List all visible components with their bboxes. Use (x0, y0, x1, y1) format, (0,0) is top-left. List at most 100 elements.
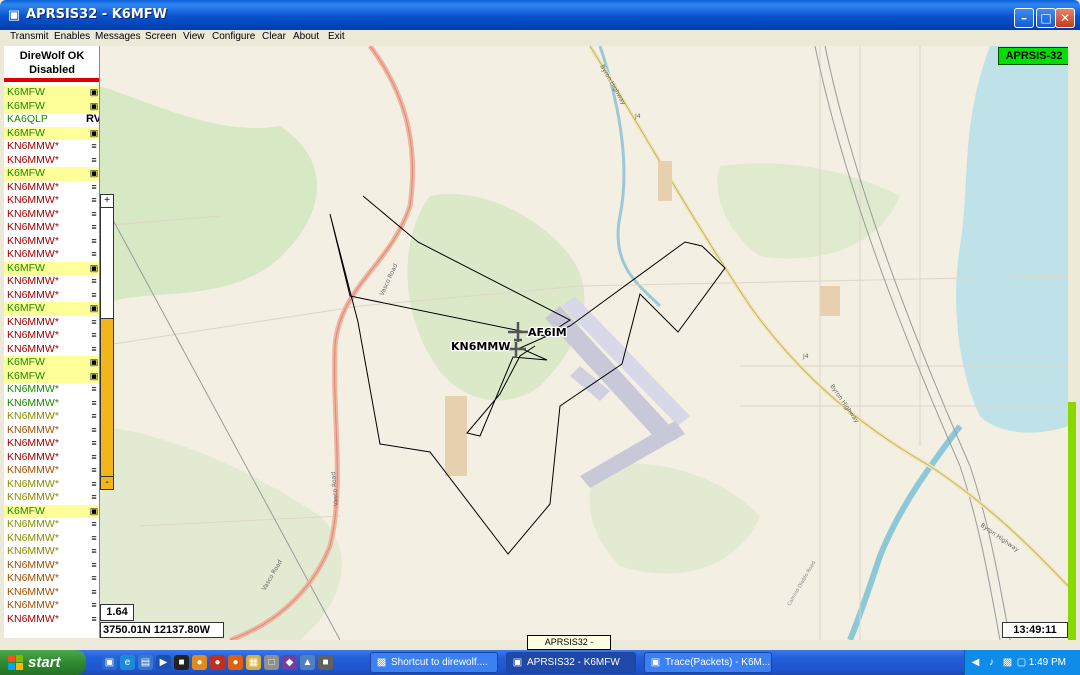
station-row[interactable]: KN6MMW* ≡ (4, 342, 99, 356)
zoom-slider[interactable]: + - (100, 194, 114, 490)
station-row[interactable]: KN6MMW* ≡ (4, 450, 99, 464)
station-row[interactable]: KN6MMW* ≡ (4, 599, 99, 613)
station-row[interactable]: K6MFW ▣ (4, 167, 99, 181)
station-row[interactable]: KN6MMW* ≡ (4, 248, 99, 262)
station-row[interactable]: KN6MMW* ≡ (4, 585, 99, 599)
station-row[interactable]: KN6MMW* ≡ (4, 545, 99, 559)
station-callsign: KN6MMW* (7, 315, 59, 328)
station-row[interactable]: K6MFW ▣ (4, 261, 99, 275)
station-row[interactable]: KN6MMW* ≡ (4, 410, 99, 424)
station-row[interactable]: KN6MMW* ≡ (4, 153, 99, 167)
station-callsign: KN6MMW* (7, 221, 59, 233)
quicklaunch-icon[interactable]: ▣ (102, 655, 117, 670)
signal-icon[interactable]: ▩ (1001, 656, 1014, 669)
quicklaunch-icon[interactable]: ▦ (246, 655, 261, 670)
station-row[interactable]: K6MFW ▣ (4, 356, 99, 370)
network-icon[interactable]: ▢ (1015, 656, 1028, 669)
close-button[interactable]: ✕ (1055, 8, 1075, 28)
station-label-af6im[interactable]: AF6IM (527, 325, 568, 341)
vertical-scrollbar[interactable] (1068, 46, 1076, 640)
zoom-out-button[interactable]: - (101, 476, 113, 489)
tower-icon: ≡ (91, 613, 97, 624)
station-row[interactable]: KA6QLP RV (4, 113, 99, 127)
task-aprsis32[interactable]: ▣ APRSIS32 - K6MFW (506, 652, 636, 673)
station-row[interactable]: K6MFW ▣ (4, 99, 99, 113)
station-row[interactable]: KN6MMW* ≡ (4, 531, 99, 545)
title-bar[interactable]: ▣ APRSIS32 - K6MFW – □ ✕ (0, 0, 1080, 30)
menu-screen[interactable]: Screen (145, 31, 177, 42)
menu-clear[interactable]: Clear (262, 31, 286, 42)
station-row[interactable]: K6MFW ▣ (4, 302, 99, 316)
station-callsign: KN6MMW* (7, 342, 59, 355)
station-row[interactable]: KN6MMW* ≡ (4, 612, 99, 626)
quicklaunch-icon[interactable]: ▤ (138, 655, 153, 670)
station-callsign: K6MFW (7, 126, 45, 139)
terminal-icon[interactable]: ■ (174, 655, 189, 670)
speaker-icon[interactable]: ♪ (985, 656, 998, 669)
quicklaunch-icon[interactable]: ● (210, 655, 225, 670)
laptop-icon: ▣ (89, 370, 99, 381)
station-row[interactable]: KN6MMW* ≡ (4, 329, 99, 343)
station-row[interactable]: K6MFW ▣ (4, 126, 99, 140)
station-row[interactable]: KN6MMW* ≡ (4, 572, 99, 586)
menu-enables[interactable]: Enables (54, 31, 90, 42)
tower-icon: ≡ (91, 330, 97, 340)
minimize-button[interactable]: – (1014, 8, 1034, 28)
media-icon[interactable]: ▶ (156, 655, 171, 670)
menu-about[interactable]: About (293, 31, 319, 42)
ie-icon[interactable]: e (120, 655, 135, 670)
station-row[interactable]: KN6MMW* ≡ (4, 477, 99, 491)
quicklaunch-icon[interactable]: ◆ (282, 655, 297, 670)
menu-exit[interactable]: Exit (328, 31, 345, 42)
station-row[interactable]: KN6MMW* ≡ (4, 221, 99, 235)
road-label: Byron Highway (979, 522, 1020, 554)
quicklaunch-icon[interactable]: ▲ (300, 655, 315, 670)
road-label: Byron Highway (598, 64, 627, 107)
station-row[interactable]: K6MFW ▣ (4, 369, 99, 383)
station-row[interactable]: KN6MMW* ≡ (4, 194, 99, 208)
zoom-in-button[interactable]: + (101, 195, 113, 208)
clock[interactable]: 1:49 PM (1029, 650, 1066, 675)
firefox-icon[interactable]: ● (228, 655, 243, 670)
station-row[interactable]: KN6MMW* ≡ (4, 491, 99, 505)
task-label: APRSIS32 - K6MFW (527, 657, 620, 668)
coordinate-readout: 3750.01N 12137.80W (100, 622, 224, 638)
map-canvas[interactable]: AF6IM KN6MMW Vasco Road Vasco Road Vasco… (100, 46, 1068, 640)
app-badge[interactable]: APRSIS-32 (998, 47, 1070, 65)
start-button[interactable]: start (0, 650, 86, 675)
menu-transmit[interactable]: Transmit (10, 31, 49, 42)
station-row[interactable]: KN6MMW* ≡ (4, 207, 99, 221)
station-row[interactable]: KN6MMW* ≡ (4, 275, 99, 289)
menu-messages[interactable]: Messages (95, 31, 141, 42)
tray-arrow-icon[interactable]: ◀ (969, 656, 982, 669)
quicklaunch-icon[interactable]: ■ (318, 655, 333, 670)
station-row[interactable]: KN6MMW* ≡ (4, 423, 99, 437)
menu-configure[interactable]: Configure (212, 31, 255, 42)
chrome-icon[interactable]: ● (192, 655, 207, 670)
station-row[interactable]: KN6MMW* ≡ (4, 288, 99, 302)
station-row[interactable]: KN6MMW* ≡ (4, 234, 99, 248)
station-row[interactable]: KN6MMW* ≡ (4, 558, 99, 572)
station-row[interactable]: KN6MMW* ≡ (4, 383, 99, 397)
station-row[interactable]: KN6MMW* ≡ (4, 518, 99, 532)
station-row[interactable]: K6MFW ▣ (4, 86, 99, 100)
station-row[interactable]: KN6MMW* ≡ (4, 180, 99, 194)
station-row[interactable]: KN6MMW* ≡ (4, 437, 99, 451)
station-row[interactable]: KN6MMW* ≡ (4, 464, 99, 478)
station-row[interactable]: KN6MMW* ≡ (4, 396, 99, 410)
station-callsign: KN6MMW* (7, 585, 59, 598)
quicklaunch-icon[interactable]: □ (264, 655, 279, 670)
station-row[interactable]: KN6MMW* ≡ (4, 140, 99, 154)
maximize-button[interactable]: □ (1036, 8, 1056, 28)
station-row[interactable]: K6MFW ▣ (4, 504, 99, 518)
app-icon[interactable]: ▣ (6, 7, 22, 23)
task-trace[interactable]: ▣ Trace(Packets) - K6M... (644, 652, 772, 673)
map-view[interactable]: AF6IM KN6MMW Vasco Road Vasco Road Vasco… (100, 46, 1068, 640)
task-direwolf[interactable]: ▩ Shortcut to direwolf.... (370, 652, 498, 673)
station-label-kn6mmw[interactable]: KN6MMW (450, 339, 512, 355)
menu-view[interactable]: View (183, 31, 205, 42)
station-list[interactable]: DireWolf OK Disabled K6MFW ▣ K6MFW ▣ KA6QLP R… (4, 46, 100, 638)
scrollbar-thumb[interactable] (1068, 402, 1076, 640)
station-row[interactable]: KN6MMW* ≡ (4, 315, 99, 329)
zoom-level-fill[interactable] (101, 318, 113, 476)
